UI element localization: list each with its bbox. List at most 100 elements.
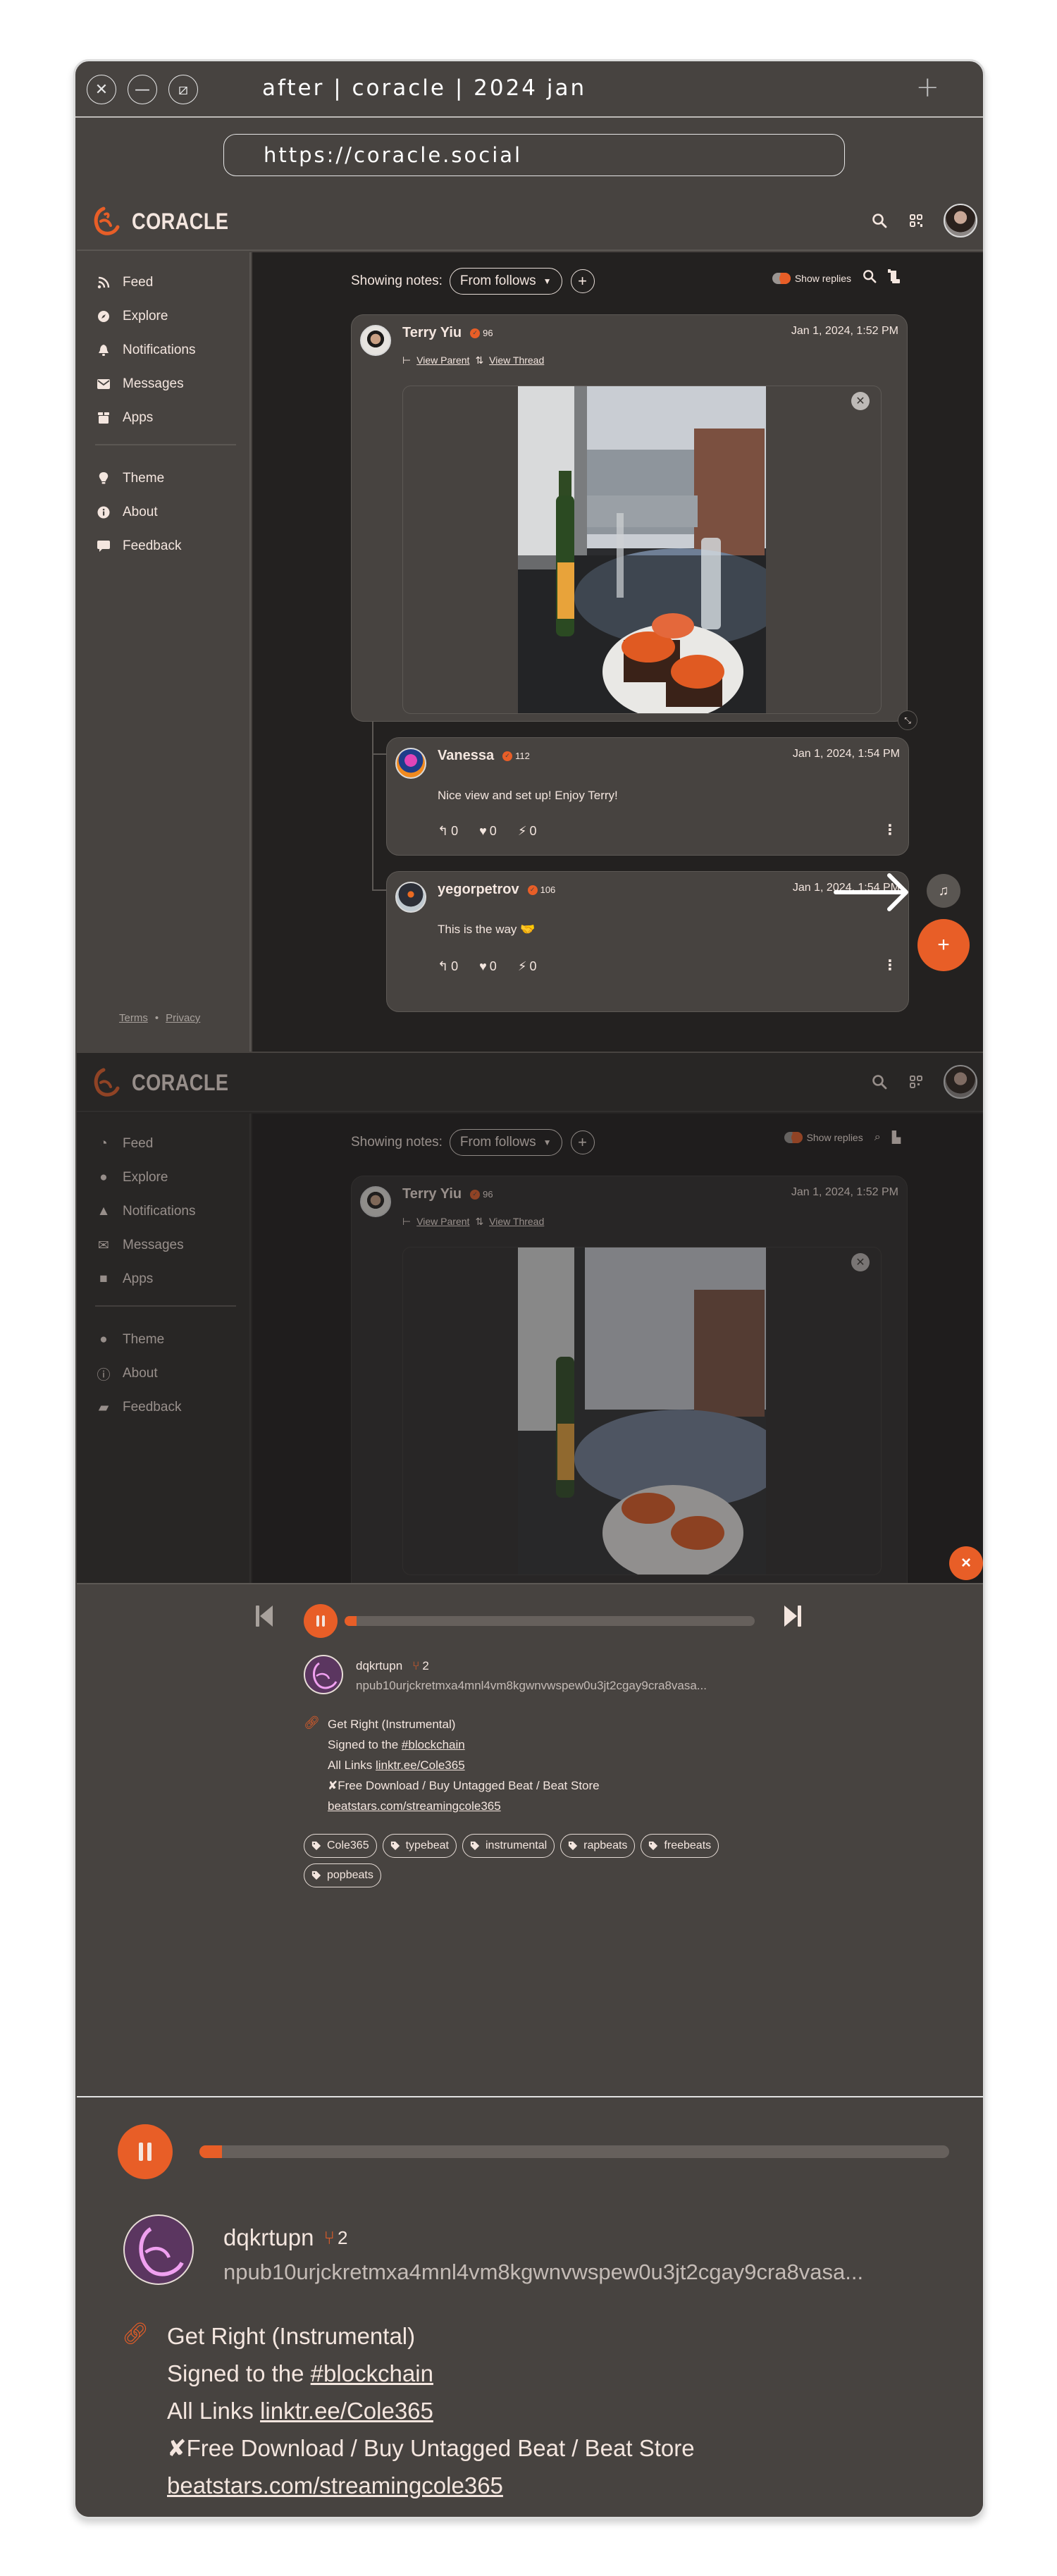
artist-name[interactable]: dqkrtupn <box>223 2224 314 2251</box>
more-options-icon[interactable]: ⋮ <box>883 821 897 839</box>
reply-button[interactable]: ↰ 0 <box>438 824 458 839</box>
view-thread-link[interactable]: View Thread <box>489 1216 544 1228</box>
note-photo[interactable] <box>518 1247 766 1574</box>
url-bar[interactable]: https://coracle.social <box>223 134 845 176</box>
collapse-thread-button[interactable]: ⤡ <box>898 710 917 730</box>
sidebar-item-apps[interactable]: Apps <box>96 410 153 426</box>
terms-link[interactable]: Terms <box>119 1012 148 1024</box>
like-button[interactable]: ♥0 <box>479 959 497 974</box>
feed-filter-dropdown[interactable]: From follows ▼ <box>449 268 562 295</box>
close-window-button[interactable]: ✕ <box>87 75 116 104</box>
artist-name[interactable]: dqkrtupn <box>356 1659 402 1673</box>
scroll-icon[interactable] <box>888 269 901 287</box>
privacy-link[interactable]: Privacy <box>166 1012 200 1024</box>
user-avatar[interactable] <box>944 204 977 238</box>
next-track-icon[interactable] <box>783 1604 801 1628</box>
beatstars-link[interactable]: beatstars.com/streamingcole365 <box>167 2472 503 2498</box>
hashtag-link[interactable]: #blockchain <box>402 1738 465 1751</box>
sidebar-item-about[interactable]: ⓘ About <box>96 1366 157 1383</box>
artist-avatar[interactable] <box>123 2214 194 2285</box>
sidebar-item-theme[interactable]: Theme <box>96 471 164 486</box>
author-name[interactable]: Terry Yiu <box>402 1186 462 1202</box>
author-name[interactable]: yegorpetrov <box>438 882 519 898</box>
sidebar-item-messages[interactable]: ✉ Messages <box>96 1238 184 1253</box>
hashtag-link[interactable]: #blockchain <box>311 2360 433 2386</box>
author-name[interactable]: Terry Yiu <box>402 325 462 341</box>
sidebar-item-notifications[interactable]: Notifications <box>96 343 196 358</box>
sidebar-item-feed[interactable]: Feed <box>96 275 153 290</box>
logo[interactable]: CORACLE <box>91 206 246 237</box>
user-avatar[interactable] <box>944 1065 977 1099</box>
view-parent-link[interactable]: View Parent <box>416 1216 469 1228</box>
note-timestamp[interactable]: Jan 1, 2024, 1:54 PM <box>793 748 900 760</box>
sidebar-item-notifications[interactable]: ▲ Notifications <box>96 1204 196 1219</box>
reply-button[interactable]: ↰ 0 <box>438 959 458 974</box>
note-timestamp[interactable]: Jan 1, 2024, 1:52 PM <box>791 1186 898 1199</box>
sidebar-item-about[interactable]: About <box>96 505 158 520</box>
author-avatar[interactable] <box>395 748 426 779</box>
linktree-link[interactable]: linktr.ee/Cole365 <box>376 1758 465 1772</box>
qr-code-icon[interactable] <box>907 211 925 230</box>
remove-media-button[interactable]: ✕ <box>851 1253 870 1271</box>
author-avatar[interactable] <box>360 1186 391 1217</box>
new-tab-button[interactable]: + <box>915 71 939 104</box>
minimize-window-button[interactable]: — <box>128 75 157 104</box>
view-thread-link[interactable]: View Thread <box>489 355 544 366</box>
compose-note-button[interactable]: + <box>917 919 970 971</box>
logo[interactable]: CORACLE <box>91 1067 246 1098</box>
note-photo[interactable] <box>518 386 766 713</box>
feed-search-icon[interactable]: ⌕ <box>874 1131 881 1144</box>
sidebar-item-explore[interactable]: Explore <box>96 309 168 324</box>
beatstars-link[interactable]: beatstars.com/streamingcole365 <box>328 1799 501 1813</box>
previous-track-icon[interactable] <box>256 1604 274 1628</box>
author-name[interactable]: Vanessa <box>438 748 494 764</box>
tag-chip[interactable]: typebeat <box>382 1834 457 1858</box>
sidebar-item-explore[interactable]: ● Explore <box>96 1170 168 1185</box>
view-parent-link[interactable]: View Parent <box>416 355 469 366</box>
zap-button[interactable]: ⚡ 0 <box>518 959 537 974</box>
show-replies-toggle[interactable] <box>784 1132 803 1143</box>
playback-progress-bar[interactable] <box>199 2145 949 2158</box>
tag-chip[interactable]: rapbeats <box>560 1834 636 1858</box>
author-avatar[interactable] <box>360 325 391 356</box>
sidebar-item-messages[interactable]: Messages <box>96 376 184 392</box>
show-replies-toggle[interactable] <box>772 272 791 284</box>
artist-npub[interactable]: npub10urjckretmxa4mnl4vm8kgwnvwspew0u3jt… <box>223 2260 863 2285</box>
reply-note-card[interactable]: Vanessa ✓ 112 Jan 1, 2024, 1:54 PM Nice vi… <box>386 737 909 856</box>
note-timestamp[interactable]: Jan 1, 2024, 1:52 PM <box>791 325 898 338</box>
add-feed-button[interactable]: + <box>570 1130 595 1154</box>
pause-button[interactable] <box>304 1604 338 1638</box>
note-card[interactable]: Terry Yiu ✓ 96 Jan 1, 2024, 1:52 PM ⊢ View … <box>351 314 908 756</box>
close-player-button[interactable]: × <box>949 1546 983 1580</box>
search-icon[interactable] <box>870 1073 889 1091</box>
maximize-window-button[interactable]: ⧄ <box>168 75 198 104</box>
tag-chip[interactable]: instrumental <box>462 1834 555 1858</box>
playback-progress-bar[interactable] <box>345 1616 755 1626</box>
scroll-icon[interactable]: ▙ <box>892 1130 901 1145</box>
sidebar-item-feedback[interactable]: Feedback <box>96 538 181 554</box>
artist-avatar[interactable] <box>304 1655 343 1694</box>
tag-chip[interactable]: popbeats <box>304 1863 381 1887</box>
tag-chip[interactable]: Cole365 <box>304 1834 377 1858</box>
search-icon[interactable] <box>870 211 889 230</box>
sidebar-item-apps[interactable]: ■ Apps <box>96 1271 153 1287</box>
zap-button[interactable]: ⚡ 0 <box>518 824 537 839</box>
feed-search-icon[interactable] <box>863 269 877 287</box>
note-card[interactable]: Terry Yiu ✓ 96 Jan 1, 2024, 1:52 PM ⊢ View … <box>351 1176 908 1616</box>
sidebar-item-feedback[interactable]: ▰ Feedback <box>96 1400 182 1415</box>
music-player-button[interactable]: ♫ <box>927 874 960 908</box>
sidebar-item-theme[interactable]: ● Theme <box>96 1332 164 1348</box>
add-feed-button[interactable]: + <box>570 269 595 293</box>
more-options-icon[interactable]: ⋮ <box>883 956 897 974</box>
linktree-link[interactable]: linktr.ee/Cole365 <box>260 2398 433 2424</box>
artist-npub[interactable]: npub10urjckretmxa4mnl4vm8kgwnvwspew0u3jt… <box>356 1679 707 1693</box>
qr-code-icon[interactable] <box>907 1073 925 1091</box>
tag-chip[interactable]: freebeats <box>641 1834 719 1858</box>
pause-button[interactable] <box>118 2124 173 2179</box>
sidebar-item-feed[interactable]: ◔ Feed <box>96 1136 153 1152</box>
reply-note-card[interactable]: yegorpetrov ✓ 106 Jan 1, 2024, 1:54 PM Thi… <box>386 871 909 1012</box>
author-avatar[interactable] <box>395 882 426 913</box>
feed-filter-dropdown[interactable]: From follows ▼ <box>449 1129 562 1156</box>
like-button[interactable]: ♥0 <box>479 824 497 839</box>
remove-media-button[interactable]: ✕ <box>851 392 870 410</box>
